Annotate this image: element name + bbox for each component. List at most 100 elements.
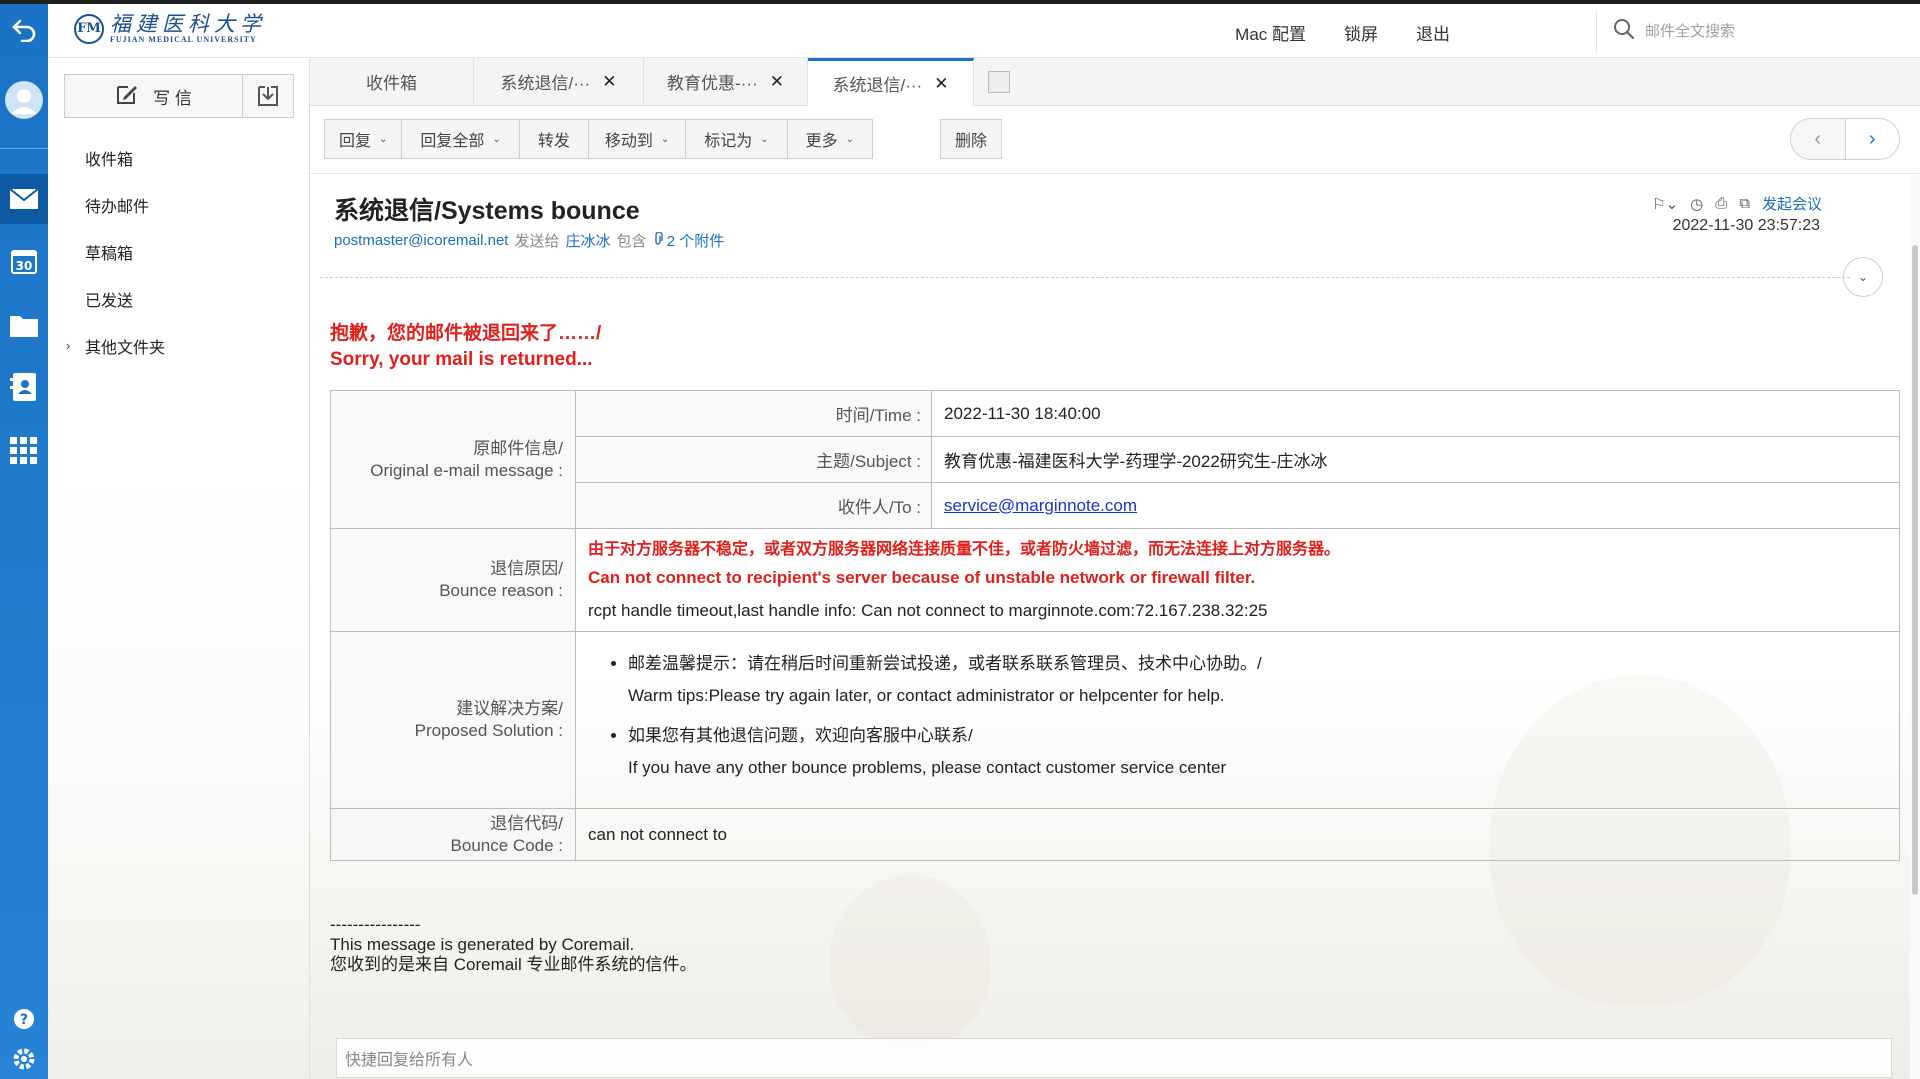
time-label: 时间/Time : [575,390,932,437]
chevron-down-icon: ⌄ [660,133,670,145]
close-icon[interactable]: ✕ [770,72,784,92]
search-input[interactable] [1645,23,1815,40]
time-value: 2022-11-30 18:40:00 [931,390,1900,437]
folder-label: 已发送 [85,292,134,310]
flag-icon[interactable]: ⚐⌄ [1652,195,1678,213]
subject-value: 教育优惠-福建医科大学-药理学-2022研究生-庄冰冰 [931,436,1900,483]
chevron-right-icon[interactable]: › [66,338,70,353]
folder-sent[interactable]: 已发送 [48,275,310,322]
reason-cn: 由于对方服务器不稳定，或者双方服务器网络连接质量不佳，或者防火墙过滤，而无法连接… [588,541,1341,558]
bounce-notice-cn: 抱歉，您的邮件被退回来了……/ [330,323,602,344]
fulltext-search [1613,18,1815,45]
close-icon[interactable]: ✕ [934,74,948,94]
mail-scrollbar[interactable] [1910,175,1920,1079]
contacts-icon[interactable] [0,364,48,410]
folder-others[interactable]: › 其他文件夹 [48,322,310,369]
scrollbar-thumb[interactable] [1912,245,1918,895]
avatar-icon[interactable] [0,76,48,124]
mail-date: 2022-11-30 23:57:23 [1672,217,1820,234]
table-row: 原邮件信息/ Original e-mail message : 时间/Time… [330,390,1900,529]
mac-config-link[interactable]: Mac 配置 [1235,20,1306,45]
folder-drafts[interactable]: 草稿箱 [48,228,310,275]
chevron-down-icon: ⌄ [845,133,855,145]
folder-label: 草稿箱 [85,245,134,263]
tab-inbox[interactable]: 收件箱 [310,58,474,105]
recipient-name[interactable]: 庄冰冰 [565,230,610,251]
mail-meta: postmaster@icoremail.net 发送给 庄冰冰 包含 2 个附… [334,230,724,251]
print-icon[interactable]: ⎙ [1715,195,1727,212]
folder-label: 待办邮件 [85,198,150,216]
folder-inbox[interactable]: 收件箱 [48,134,310,181]
chevron-down-icon: ⌄ [760,133,769,145]
quick-reply-input[interactable]: 快捷回复给所有人 [336,1038,1892,1078]
sender-address[interactable]: postmaster@icoremail.net [334,232,508,249]
list-item: 邮差温馨提示：请在稍后时间重新尝试投递，或者联系联系管理员、技术中心协助。/Wa… [628,648,1899,712]
forward-button[interactable]: 转发 [520,120,589,158]
close-icon[interactable]: ✕ [602,72,616,92]
delete-group: 删除 [940,119,1003,159]
back-icon[interactable] [0,10,48,50]
folder-todo[interactable]: 待办邮件 [48,181,310,228]
bounce-details-table: 原邮件信息/ Original e-mail message : 时间/Time… [330,390,1900,861]
help-icon[interactable]: ? [0,1004,48,1034]
footer-cn: 您收到的是来自 Coremail 专业邮件系统的信件。 [330,955,697,974]
folder-label: 收件箱 [85,151,134,169]
more-button[interactable]: 更多 ⌄ [788,120,872,158]
delete-button[interactable]: 删除 [941,120,1001,158]
logout-link[interactable]: 退出 [1416,20,1450,45]
folder-label: 其他文件夹 [85,339,166,357]
mail-toolbar: 回复 ⌄ 回复全部 ⌄ 转发 移动到 ⌄ 标记为 ⌄ 更多 ⌄ 删除 ‹ › [310,106,1920,174]
close-all-tabs-icon[interactable] [988,71,1010,93]
top-header: FM 福建医科大学 FUJIAN MEDICAL UNIVERSITY Mac … [48,4,1920,58]
proposed-solution-value: 邮差温馨提示：请在稍后时间重新尝试投递，或者联系联系管理员、技术中心协助。/Wa… [575,631,1900,809]
tab-edu-discount[interactable]: 教育优惠-··· ✕ [644,58,808,105]
logo-name-cn: 福建医科大学 [110,12,266,36]
reply-all-button[interactable]: 回复全部 ⌄ [402,120,520,158]
bounce-notice: 抱歉，您的邮件被退回来了……/ Sorry, your mail is retu… [330,321,601,373]
settings-gear-icon[interactable] [0,1044,48,1074]
contains-label: 包含 [616,233,647,250]
footer-en: This message is generated by Coremail. [330,935,635,954]
background-balloon [830,875,990,1045]
calendar-icon[interactable]: 30 [0,238,48,284]
mark-as-button[interactable]: 标记为 ⌄ [686,120,788,158]
app-rail: 30 ? [0,4,48,1079]
search-icon[interactable] [1613,18,1635,45]
previous-mail-arrow-icon[interactable]: ‹ [1791,119,1846,159]
new-window-icon[interactable]: ⧉ [1739,195,1750,212]
bounce-reason-value: 由于对方服务器不稳定，或者双方服务器网络连接质量不佳，或者防火墙过滤，而无法连接… [575,528,1900,632]
reminder-clock-icon[interactable]: ◷ [1690,195,1703,213]
download-icon [258,86,278,106]
header-separator [320,277,1850,278]
tab-label: 教育优惠-··· [667,74,758,93]
bounce-reason-label: 退信原因/ Bounce reason : [330,528,576,632]
start-meeting-link[interactable]: 发起会议 [1762,193,1822,214]
import-mail-button[interactable] [243,75,293,117]
header-links: Mac 配置 锁屏 退出 [1235,20,1450,45]
bounce-code-value: can not connect to [575,808,1900,861]
mail-actions: ⚐⌄ ◷ ⎙ ⧉ 发起会议 [1652,193,1822,214]
lock-screen-link[interactable]: 锁屏 [1344,20,1378,45]
recipient-email-link[interactable]: service@marginnote.com [944,496,1137,515]
table-row: 建议解决方案/ Proposed Solution : 邮差温馨提示：请在稍后时… [330,631,1900,809]
logo-name-en: FUJIAN MEDICAL UNIVERSITY [110,35,257,44]
compose-button[interactable]: 写 信 [65,75,243,117]
list-item: 如果您有其他退信问题，欢迎向客服中心联系/If you have any oth… [628,720,1899,784]
apps-grid-icon[interactable] [0,428,48,474]
logo-seal-icon: FM [74,13,104,44]
move-to-button[interactable]: 移动到 ⌄ [589,120,687,158]
compose-box: 写 信 [64,74,294,118]
next-mail-arrow-icon[interactable]: › [1845,119,1899,159]
university-logo: FM 福建医科大学 FUJIAN MEDICAL UNIVERSITY [74,13,266,44]
tab-label: 收件箱 [366,74,417,93]
compose-label: 写 信 [153,88,192,108]
mail-nav: ‹ › [1790,118,1900,160]
reason-info: rcpt handle timeout,last handle info: Ca… [588,601,1268,620]
tab-bounce-active[interactable]: 系统退信/··· ✕ [808,58,974,106]
svg-text:?: ? [20,1012,28,1028]
attachments-link[interactable]: 2 个附件 [653,230,724,251]
reply-button[interactable]: 回复 ⌄ [325,120,403,158]
mail-icon[interactable] [0,174,48,224]
tab-bounce-1[interactable]: 系统退信/··· ✕ [474,58,644,105]
folder-icon[interactable] [0,302,48,348]
